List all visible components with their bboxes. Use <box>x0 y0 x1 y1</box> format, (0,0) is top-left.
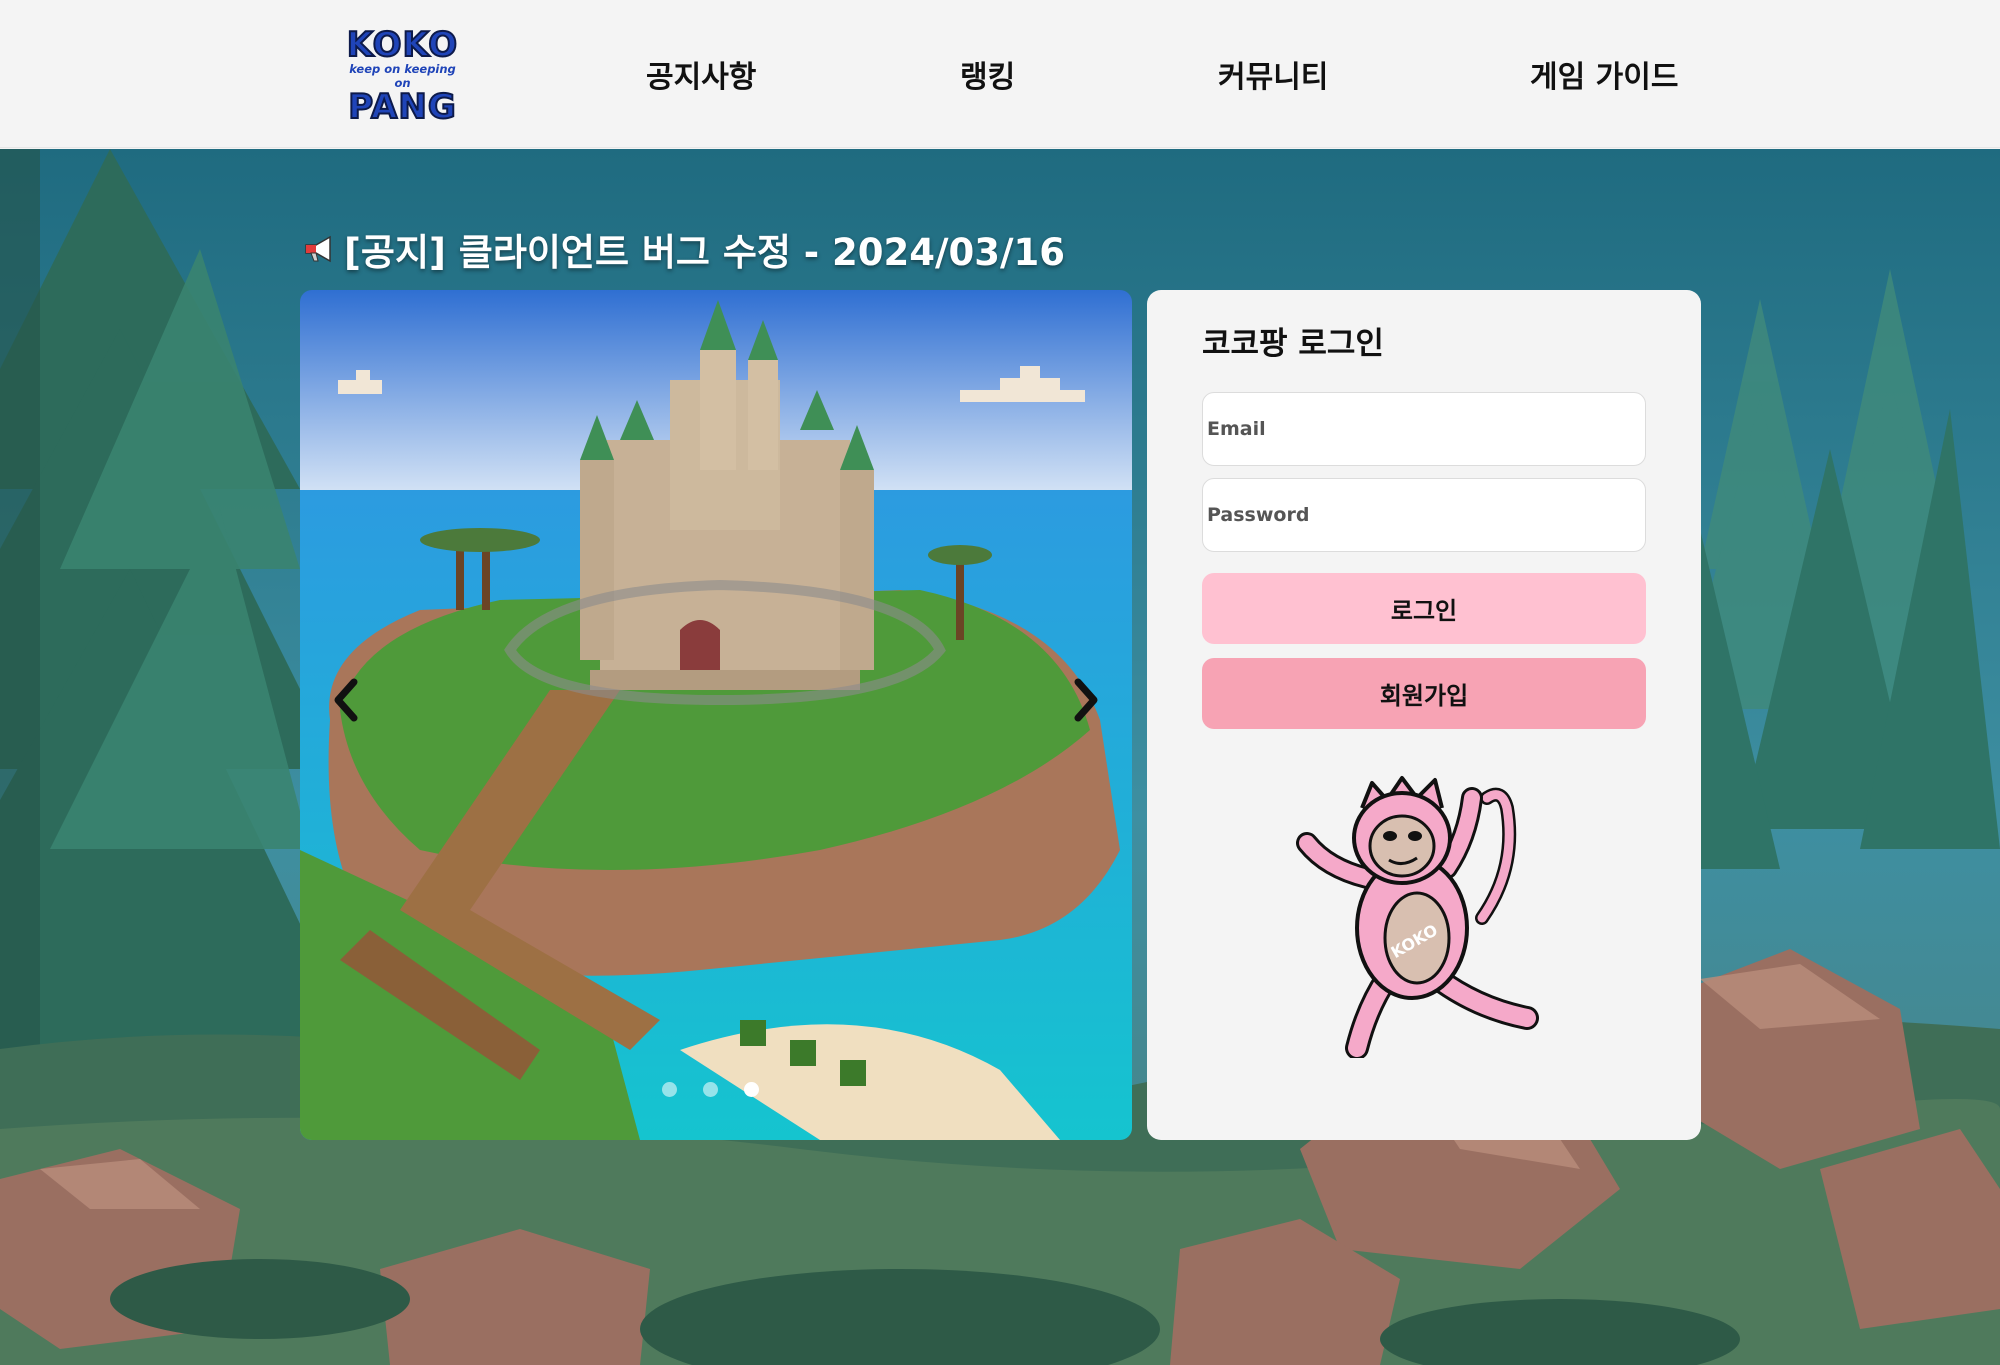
carousel-dot-active[interactable] <box>744 1082 759 1097</box>
carousel-indicator <box>662 1082 759 1097</box>
logo-line-3: PANG <box>347 87 457 127</box>
logo-tagline: keep on keeping on <box>349 62 456 90</box>
login-title: 코코팡 로그인 <box>1202 326 1384 362</box>
signup-button[interactable]: 회원가입 <box>1202 658 1646 729</box>
email-field[interactable] <box>1202 392 1646 466</box>
image-carousel[interactable] <box>300 290 1132 1140</box>
notice-text[interactable]: [공지] 클라이언트 버그 수정 - 2024/03/16 <box>344 222 1065 276</box>
nav-item-ranking[interactable]: 랭킹 <box>960 52 1015 96</box>
carousel-dot[interactable] <box>703 1082 718 1097</box>
nav-item-notice[interactable]: 공지사항 <box>646 52 756 96</box>
nav-item-game-guide[interactable]: 게임 가이드 <box>1530 52 1678 96</box>
notice-banner[interactable]: [공지] 클라이언트 버그 수정 - 2024/03/16 <box>302 222 1065 276</box>
castle-island-slide <box>300 290 1132 1140</box>
login-panel: 코코팡 로그인 로그인 회원가입 KOKO <box>1147 290 1701 1140</box>
koko-pang-logo[interactable]: KOKO keep on keeping on PANG <box>340 25 465 125</box>
megaphone-icon <box>305 235 331 263</box>
carousel-next-button[interactable] <box>1066 670 1106 730</box>
logo-line-1: KOKO <box>346 25 459 65</box>
carousel-dot[interactable] <box>662 1082 677 1097</box>
password-field[interactable] <box>1202 478 1646 552</box>
nav-item-community[interactable]: 커뮤니티 <box>1218 52 1328 96</box>
top-header: KOKO keep on keeping on PANG 공지사항 랭킹 커뮤니… <box>0 0 2000 148</box>
login-button[interactable]: 로그인 <box>1202 573 1646 644</box>
carousel-prev-button[interactable] <box>326 670 366 730</box>
pink-monkey-mascot: KOKO <box>1296 776 1539 1058</box>
